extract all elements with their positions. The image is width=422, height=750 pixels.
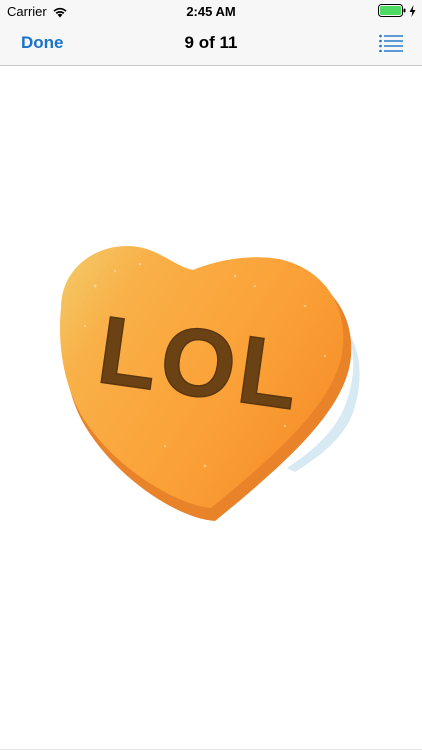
screen: Carrier 2:45 AM Done 9 of 11 LOL xyxy=(0,0,422,750)
list-button[interactable] xyxy=(379,34,403,53)
charging-bolt-icon xyxy=(409,4,416,17)
list-icon xyxy=(379,34,403,53)
done-button[interactable]: Done xyxy=(21,33,64,53)
battery-indicator xyxy=(378,4,416,17)
status-bar: Carrier 2:45 AM xyxy=(0,0,422,22)
battery-icon xyxy=(378,4,406,17)
sticker-viewer: LOL xyxy=(0,66,422,750)
candy-heart-sticker: LOL xyxy=(59,246,360,521)
navigation-bar: Done 9 of 11 xyxy=(0,22,422,66)
status-time: 2:45 AM xyxy=(186,4,236,19)
